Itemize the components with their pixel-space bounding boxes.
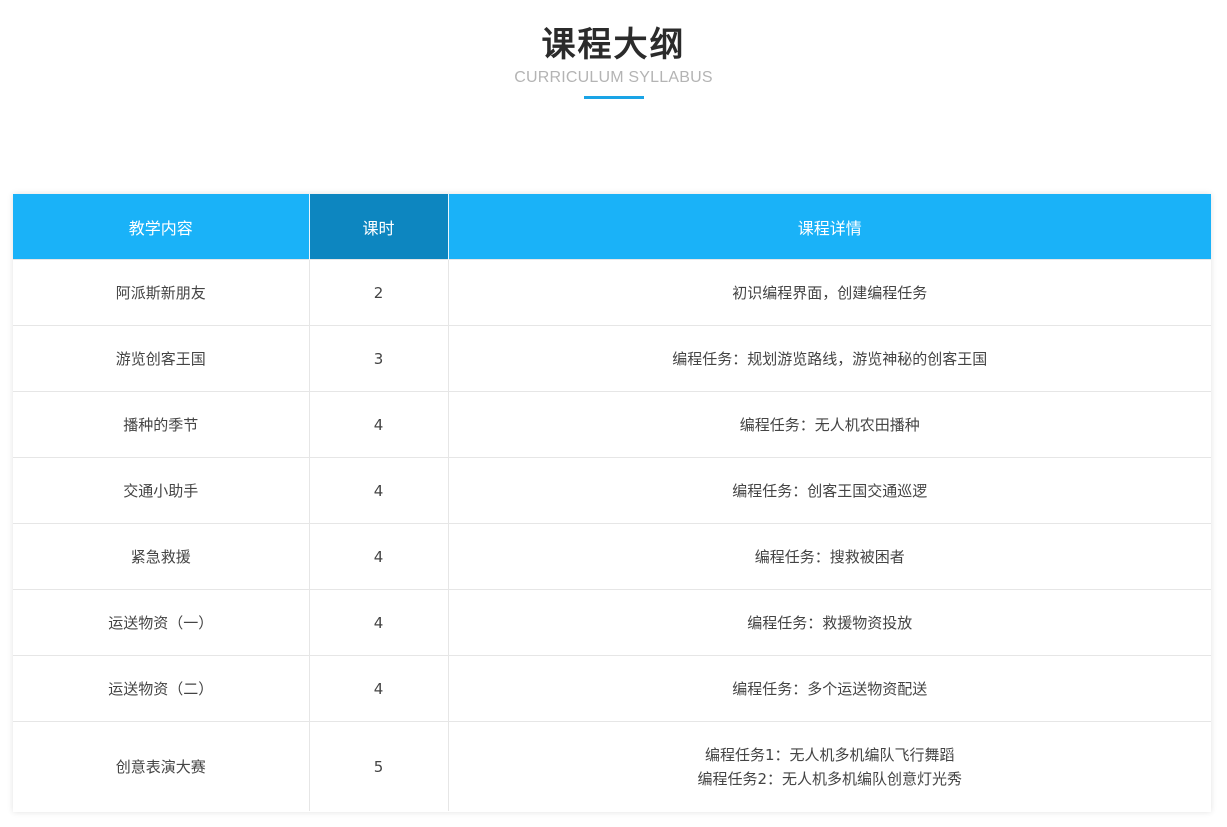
syllabus-table-container: 教学内容 课时 课程详情 阿派斯新朋友 2 初识编程界面，创建编程任务 游览创客…: [13, 194, 1211, 812]
cell-content: 播种的季节: [13, 391, 310, 458]
table-row: 紧急救援 4 编程任务：搜救被困者: [13, 523, 1211, 590]
table-header: 教学内容 课时 课程详情: [13, 194, 1211, 260]
cell-details: 编程任务：搜救被困者: [448, 523, 1211, 590]
cell-details: 编程任务：救援物资投放: [448, 589, 1211, 656]
table-row: 运送物资（一） 4 编程任务：救援物资投放: [13, 589, 1211, 656]
table-body: 阿派斯新朋友 2 初识编程界面，创建编程任务 游览创客王国 3 编程任务：规划游…: [13, 259, 1211, 811]
detail-line: 编程任务2：无人机多机编队创意灯光秀: [697, 769, 963, 788]
detail-line: 编程任务1：无人机多机编队飞行舞蹈: [704, 745, 955, 764]
table-row: 阿派斯新朋友 2 初识编程界面，创建编程任务: [13, 259, 1211, 326]
cell-hours: 3: [309, 325, 449, 392]
cell-details: 编程任务：无人机农田播种: [448, 391, 1211, 458]
column-header-hours: 课时: [309, 194, 449, 260]
syllabus-table: 教学内容 课时 课程详情 阿派斯新朋友 2 初识编程界面，创建编程任务 游览创客…: [13, 194, 1211, 811]
detail-line: 编程任务：无人机农田播种: [739, 415, 920, 434]
cell-hours: 4: [309, 457, 449, 524]
cell-hours: 2: [309, 259, 449, 326]
cell-content: 运送物资（二）: [13, 655, 310, 722]
cell-content: 紧急救援: [13, 523, 310, 590]
table-row: 运送物资（二） 4 编程任务：多个运送物资配送: [13, 655, 1211, 722]
cell-content: 创意表演大赛: [13, 721, 310, 811]
table-row: 播种的季节 4 编程任务：无人机农田播种: [13, 391, 1211, 458]
detail-line: 编程任务：救援物资投放: [747, 613, 913, 632]
cell-content: 阿派斯新朋友: [13, 259, 310, 326]
table-row: 创意表演大赛 5 编程任务1：无人机多机编队飞行舞蹈 编程任务2：无人机多机编队…: [13, 721, 1211, 811]
cell-details: 编程任务1：无人机多机编队飞行舞蹈 编程任务2：无人机多机编队创意灯光秀: [448, 721, 1211, 811]
header-row: 教学内容 课时 课程详情: [13, 194, 1211, 260]
cell-details: 编程任务：规划游览路线，游览神秘的创客王国: [448, 325, 1211, 392]
cell-hours: 4: [309, 655, 449, 722]
detail-line: 编程任务：创客王国交通巡逻: [732, 481, 928, 500]
cell-hours: 5: [309, 721, 449, 811]
column-header-details: 课程详情: [448, 194, 1211, 260]
detail-line: 初识编程界面，创建编程任务: [732, 283, 928, 302]
title-underline: [583, 96, 644, 99]
cell-content: 游览创客王国: [13, 325, 310, 392]
page-subtitle: CURRICULUM SYLLABUS: [514, 69, 713, 86]
cell-content: 运送物资（一）: [13, 589, 310, 656]
cell-hours: 4: [309, 589, 449, 656]
cell-content: 交通小助手: [13, 457, 310, 524]
cell-details: 编程任务：创客王国交通巡逻: [448, 457, 1211, 524]
detail-line: 编程任务：规划游览路线，游览神秘的创客王国: [672, 349, 988, 368]
column-header-content: 教学内容: [13, 194, 310, 260]
page-title: 课程大纲: [541, 25, 686, 65]
section-header: 课程大纲 CURRICULUM SYLLABUS: [0, 22, 1227, 99]
table-row: 游览创客王国 3 编程任务：规划游览路线，游览神秘的创客王国: [13, 325, 1211, 392]
cell-details: 编程任务：多个运送物资配送: [448, 655, 1211, 722]
detail-line: 编程任务：多个运送物资配送: [732, 679, 928, 698]
cell-hours: 4: [309, 523, 449, 590]
table-row: 交通小助手 4 编程任务：创客王国交通巡逻: [13, 457, 1211, 524]
cell-hours: 4: [309, 391, 449, 458]
page: 课程大纲 CURRICULUM SYLLABUS 教学内容 课时 课程详情 阿派…: [0, 0, 1227, 827]
detail-line: 编程任务：搜救被困者: [754, 547, 905, 566]
cell-details: 初识编程界面，创建编程任务: [448, 259, 1211, 326]
